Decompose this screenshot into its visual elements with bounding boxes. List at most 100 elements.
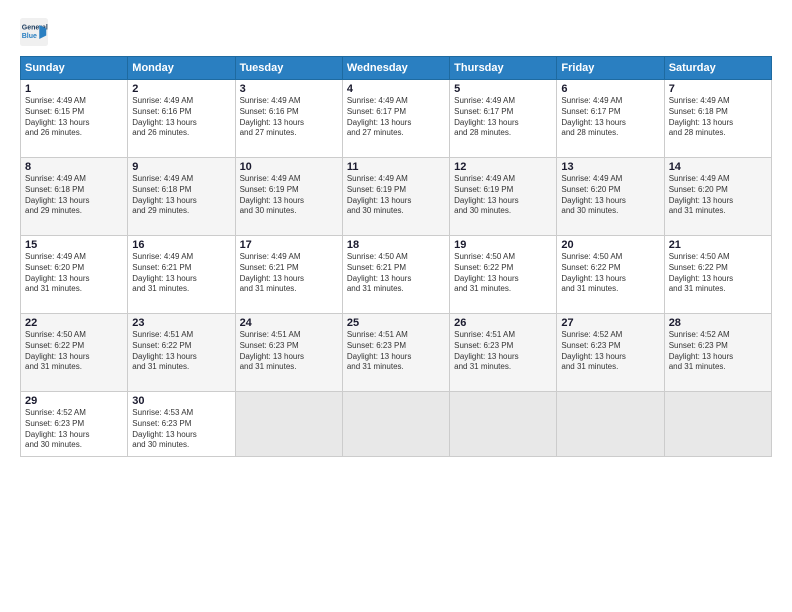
day-number: 12 bbox=[454, 161, 552, 173]
day-info: Sunrise: 4:49 AMSunset: 6:17 PMDaylight:… bbox=[454, 96, 552, 139]
calendar-cell bbox=[450, 392, 557, 457]
day-info: Sunrise: 4:52 AMSunset: 6:23 PMDaylight:… bbox=[25, 408, 123, 451]
day-info: Sunrise: 4:49 AMSunset: 6:21 PMDaylight:… bbox=[132, 252, 230, 295]
calendar-cell: 6Sunrise: 4:49 AMSunset: 6:17 PMDaylight… bbox=[557, 80, 664, 158]
day-info: Sunrise: 4:49 AMSunset: 6:19 PMDaylight:… bbox=[347, 174, 445, 217]
day-number: 7 bbox=[669, 83, 767, 95]
weekday-header-saturday: Saturday bbox=[664, 57, 771, 80]
day-info: Sunrise: 4:49 AMSunset: 6:15 PMDaylight:… bbox=[25, 96, 123, 139]
calendar-cell bbox=[557, 392, 664, 457]
calendar-body: 1Sunrise: 4:49 AMSunset: 6:15 PMDaylight… bbox=[21, 80, 772, 457]
logo: General Blue bbox=[20, 18, 52, 46]
calendar-week-2: 8Sunrise: 4:49 AMSunset: 6:18 PMDaylight… bbox=[21, 158, 772, 236]
day-number: 24 bbox=[240, 317, 338, 329]
calendar-cell: 3Sunrise: 4:49 AMSunset: 6:16 PMDaylight… bbox=[235, 80, 342, 158]
calendar-cell: 22Sunrise: 4:50 AMSunset: 6:22 PMDayligh… bbox=[21, 314, 128, 392]
day-info: Sunrise: 4:50 AMSunset: 6:22 PMDaylight:… bbox=[561, 252, 659, 295]
day-number: 4 bbox=[347, 83, 445, 95]
day-info: Sunrise: 4:49 AMSunset: 6:16 PMDaylight:… bbox=[132, 96, 230, 139]
day-number: 2 bbox=[132, 83, 230, 95]
calendar-cell: 7Sunrise: 4:49 AMSunset: 6:18 PMDaylight… bbox=[664, 80, 771, 158]
day-info: Sunrise: 4:49 AMSunset: 6:19 PMDaylight:… bbox=[240, 174, 338, 217]
day-number: 1 bbox=[25, 83, 123, 95]
weekday-header-friday: Friday bbox=[557, 57, 664, 80]
day-info: Sunrise: 4:49 AMSunset: 6:18 PMDaylight:… bbox=[25, 174, 123, 217]
day-info: Sunrise: 4:53 AMSunset: 6:23 PMDaylight:… bbox=[132, 408, 230, 451]
calendar-cell: 8Sunrise: 4:49 AMSunset: 6:18 PMDaylight… bbox=[21, 158, 128, 236]
day-info: Sunrise: 4:50 AMSunset: 6:22 PMDaylight:… bbox=[25, 330, 123, 373]
calendar-week-1: 1Sunrise: 4:49 AMSunset: 6:15 PMDaylight… bbox=[21, 80, 772, 158]
calendar-cell: 4Sunrise: 4:49 AMSunset: 6:17 PMDaylight… bbox=[342, 80, 449, 158]
day-info: Sunrise: 4:52 AMSunset: 6:23 PMDaylight:… bbox=[561, 330, 659, 373]
day-number: 18 bbox=[347, 239, 445, 251]
calendar-cell: 21Sunrise: 4:50 AMSunset: 6:22 PMDayligh… bbox=[664, 236, 771, 314]
day-info: Sunrise: 4:49 AMSunset: 6:17 PMDaylight:… bbox=[561, 96, 659, 139]
day-info: Sunrise: 4:49 AMSunset: 6:20 PMDaylight:… bbox=[25, 252, 123, 295]
day-info: Sunrise: 4:49 AMSunset: 6:20 PMDaylight:… bbox=[561, 174, 659, 217]
day-number: 5 bbox=[454, 83, 552, 95]
calendar-cell: 15Sunrise: 4:49 AMSunset: 6:20 PMDayligh… bbox=[21, 236, 128, 314]
day-number: 22 bbox=[25, 317, 123, 329]
weekday-header-wednesday: Wednesday bbox=[342, 57, 449, 80]
svg-text:Blue: Blue bbox=[22, 33, 37, 40]
day-info: Sunrise: 4:50 AMSunset: 6:21 PMDaylight:… bbox=[347, 252, 445, 295]
calendar-week-3: 15Sunrise: 4:49 AMSunset: 6:20 PMDayligh… bbox=[21, 236, 772, 314]
calendar-cell: 25Sunrise: 4:51 AMSunset: 6:23 PMDayligh… bbox=[342, 314, 449, 392]
day-number: 20 bbox=[561, 239, 659, 251]
calendar-cell bbox=[235, 392, 342, 457]
calendar-cell: 27Sunrise: 4:52 AMSunset: 6:23 PMDayligh… bbox=[557, 314, 664, 392]
day-number: 16 bbox=[132, 239, 230, 251]
logo-icon: General Blue bbox=[20, 18, 48, 46]
calendar-cell: 5Sunrise: 4:49 AMSunset: 6:17 PMDaylight… bbox=[450, 80, 557, 158]
calendar-cell: 12Sunrise: 4:49 AMSunset: 6:19 PMDayligh… bbox=[450, 158, 557, 236]
day-number: 6 bbox=[561, 83, 659, 95]
calendar-cell: 24Sunrise: 4:51 AMSunset: 6:23 PMDayligh… bbox=[235, 314, 342, 392]
day-info: Sunrise: 4:51 AMSunset: 6:22 PMDaylight:… bbox=[132, 330, 230, 373]
day-info: Sunrise: 4:50 AMSunset: 6:22 PMDaylight:… bbox=[454, 252, 552, 295]
day-number: 3 bbox=[240, 83, 338, 95]
calendar-cell: 1Sunrise: 4:49 AMSunset: 6:15 PMDaylight… bbox=[21, 80, 128, 158]
calendar-cell bbox=[342, 392, 449, 457]
day-info: Sunrise: 4:50 AMSunset: 6:22 PMDaylight:… bbox=[669, 252, 767, 295]
day-info: Sunrise: 4:49 AMSunset: 6:19 PMDaylight:… bbox=[454, 174, 552, 217]
calendar: SundayMondayTuesdayWednesdayThursdayFrid… bbox=[20, 56, 772, 457]
day-number: 11 bbox=[347, 161, 445, 173]
weekday-header-tuesday: Tuesday bbox=[235, 57, 342, 80]
day-number: 26 bbox=[454, 317, 552, 329]
calendar-cell bbox=[664, 392, 771, 457]
day-number: 13 bbox=[561, 161, 659, 173]
day-number: 25 bbox=[347, 317, 445, 329]
day-info: Sunrise: 4:51 AMSunset: 6:23 PMDaylight:… bbox=[240, 330, 338, 373]
day-number: 15 bbox=[25, 239, 123, 251]
weekday-header-monday: Monday bbox=[128, 57, 235, 80]
calendar-cell: 29Sunrise: 4:52 AMSunset: 6:23 PMDayligh… bbox=[21, 392, 128, 457]
calendar-cell: 30Sunrise: 4:53 AMSunset: 6:23 PMDayligh… bbox=[128, 392, 235, 457]
day-info: Sunrise: 4:49 AMSunset: 6:18 PMDaylight:… bbox=[132, 174, 230, 217]
day-number: 30 bbox=[132, 395, 230, 407]
calendar-cell: 26Sunrise: 4:51 AMSunset: 6:23 PMDayligh… bbox=[450, 314, 557, 392]
day-info: Sunrise: 4:51 AMSunset: 6:23 PMDaylight:… bbox=[347, 330, 445, 373]
day-number: 8 bbox=[25, 161, 123, 173]
calendar-cell: 14Sunrise: 4:49 AMSunset: 6:20 PMDayligh… bbox=[664, 158, 771, 236]
day-number: 23 bbox=[132, 317, 230, 329]
day-info: Sunrise: 4:49 AMSunset: 6:21 PMDaylight:… bbox=[240, 252, 338, 295]
calendar-cell: 2Sunrise: 4:49 AMSunset: 6:16 PMDaylight… bbox=[128, 80, 235, 158]
day-info: Sunrise: 4:51 AMSunset: 6:23 PMDaylight:… bbox=[454, 330, 552, 373]
day-number: 14 bbox=[669, 161, 767, 173]
day-number: 28 bbox=[669, 317, 767, 329]
day-number: 27 bbox=[561, 317, 659, 329]
day-info: Sunrise: 4:49 AMSunset: 6:17 PMDaylight:… bbox=[347, 96, 445, 139]
calendar-cell: 20Sunrise: 4:50 AMSunset: 6:22 PMDayligh… bbox=[557, 236, 664, 314]
day-number: 10 bbox=[240, 161, 338, 173]
day-number: 19 bbox=[454, 239, 552, 251]
weekday-header-sunday: Sunday bbox=[21, 57, 128, 80]
calendar-cell: 23Sunrise: 4:51 AMSunset: 6:22 PMDayligh… bbox=[128, 314, 235, 392]
calendar-cell: 13Sunrise: 4:49 AMSunset: 6:20 PMDayligh… bbox=[557, 158, 664, 236]
calendar-cell: 17Sunrise: 4:49 AMSunset: 6:21 PMDayligh… bbox=[235, 236, 342, 314]
calendar-cell: 10Sunrise: 4:49 AMSunset: 6:19 PMDayligh… bbox=[235, 158, 342, 236]
day-number: 9 bbox=[132, 161, 230, 173]
calendar-cell: 11Sunrise: 4:49 AMSunset: 6:19 PMDayligh… bbox=[342, 158, 449, 236]
calendar-cell: 18Sunrise: 4:50 AMSunset: 6:21 PMDayligh… bbox=[342, 236, 449, 314]
day-info: Sunrise: 4:49 AMSunset: 6:20 PMDaylight:… bbox=[669, 174, 767, 217]
calendar-cell: 9Sunrise: 4:49 AMSunset: 6:18 PMDaylight… bbox=[128, 158, 235, 236]
